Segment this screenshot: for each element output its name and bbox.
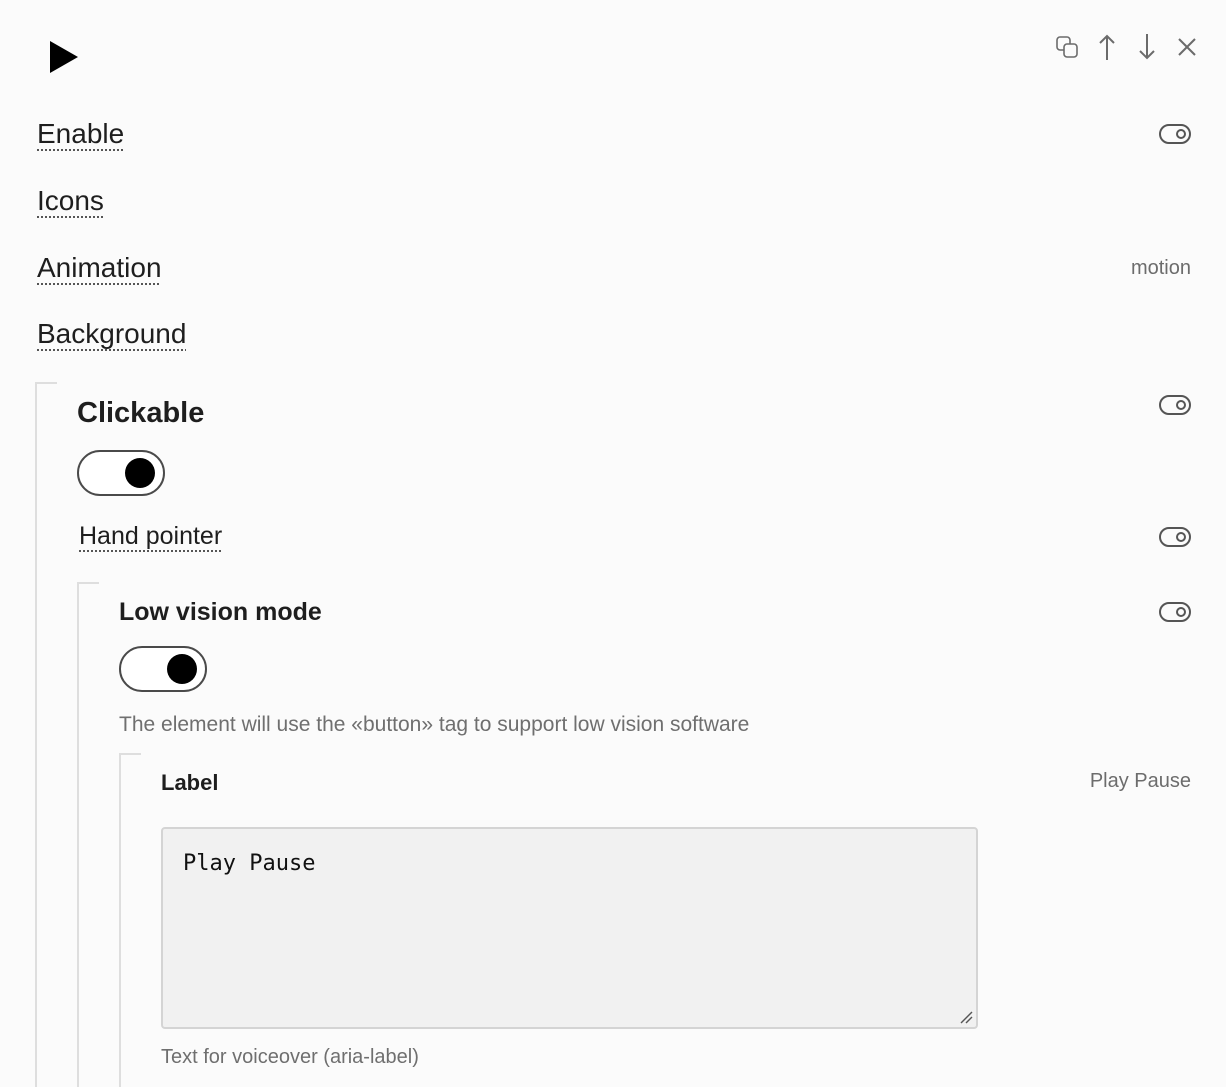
- background-label[interactable]: Background: [37, 318, 186, 350]
- label-textarea[interactable]: Play Pause: [161, 827, 978, 1029]
- label-group-bracket: [119, 753, 141, 1087]
- low-vision-switch[interactable]: [119, 646, 207, 692]
- background-row: Background: [37, 318, 1191, 350]
- resize-grip-icon[interactable]: [959, 1010, 973, 1024]
- animation-value: motion: [1131, 257, 1191, 280]
- copy-icon[interactable]: [1054, 34, 1080, 60]
- low-vision-group-bracket: [77, 582, 99, 1087]
- icons-label[interactable]: Icons: [37, 185, 104, 217]
- label-help: Text for voiceover (aria-label): [161, 1046, 419, 1069]
- enable-label[interactable]: Enable: [37, 118, 124, 150]
- hand-pointer-label[interactable]: Hand pointer: [79, 522, 222, 551]
- play-icon: [48, 40, 80, 74]
- arrow-up-icon[interactable]: [1094, 34, 1120, 60]
- enable-toggle-icon[interactable]: [1159, 124, 1191, 144]
- icons-row: Icons: [37, 185, 1191, 217]
- element-toolbar: [1054, 34, 1200, 60]
- label-title: Label: [161, 770, 218, 796]
- hand-pointer-row: Hand pointer: [79, 522, 1191, 551]
- label-value: Play Pause: [1090, 770, 1191, 793]
- low-vision-title: Low vision mode: [119, 598, 322, 627]
- clickable-group-bracket: [35, 382, 57, 1087]
- animation-label[interactable]: Animation: [37, 252, 162, 284]
- enable-row: Enable: [37, 118, 1191, 150]
- clickable-title: Clickable: [77, 397, 204, 430]
- clickable-switch[interactable]: [77, 450, 165, 496]
- low-vision-help: The element will use the «button» tag to…: [119, 713, 749, 737]
- animation-row: Animation motion: [37, 252, 1191, 284]
- arrow-down-icon[interactable]: [1134, 34, 1160, 60]
- low-vision-toggle-icon[interactable]: [1159, 602, 1191, 622]
- element-settings-panel: Enable Icons Animation motion Background…: [0, 0, 1226, 1087]
- close-icon[interactable]: [1174, 34, 1200, 60]
- hand-pointer-toggle-icon[interactable]: [1159, 527, 1191, 547]
- label-textarea-value: Play Pause: [183, 851, 315, 876]
- clickable-toggle-icon[interactable]: [1159, 395, 1191, 415]
